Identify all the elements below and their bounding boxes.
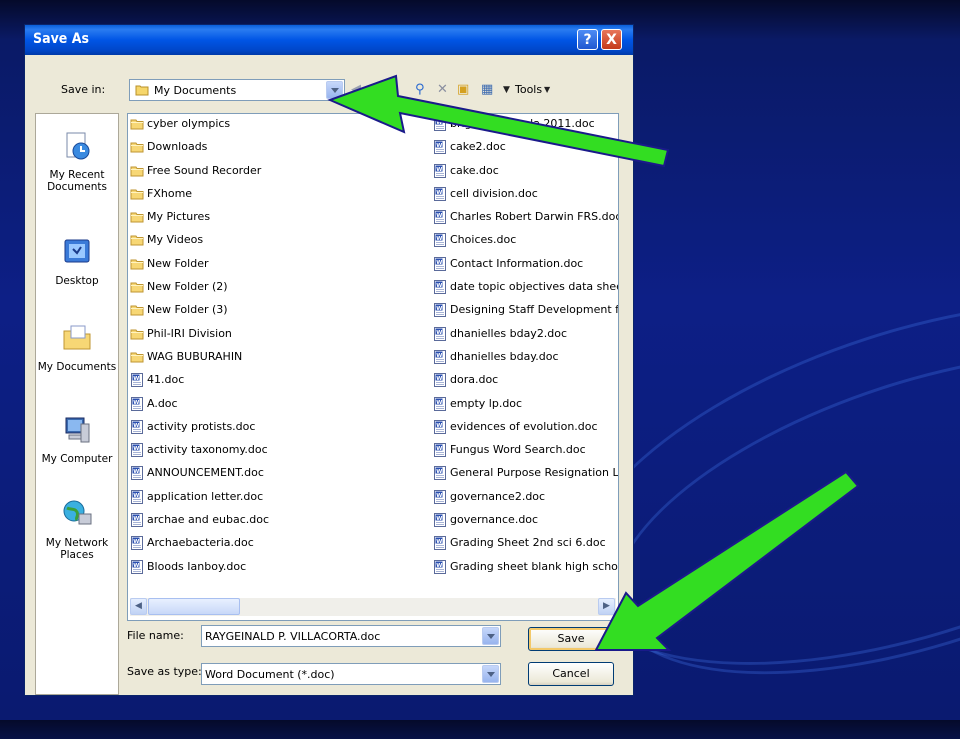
annotation-arrows [327, 74, 860, 651]
arrow-to-save-in [327, 74, 670, 168]
arrow-to-save-button [594, 470, 860, 651]
